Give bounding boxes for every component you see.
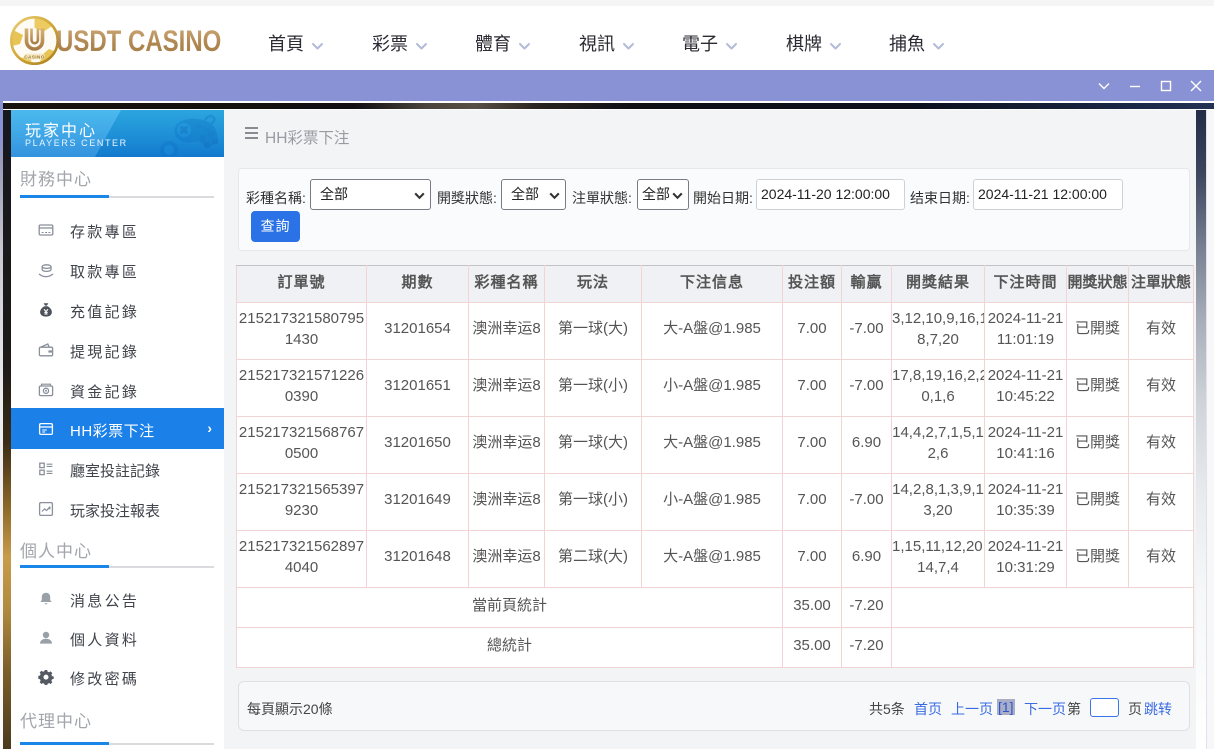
svg-text:CASINO: CASINO <box>24 54 44 60</box>
